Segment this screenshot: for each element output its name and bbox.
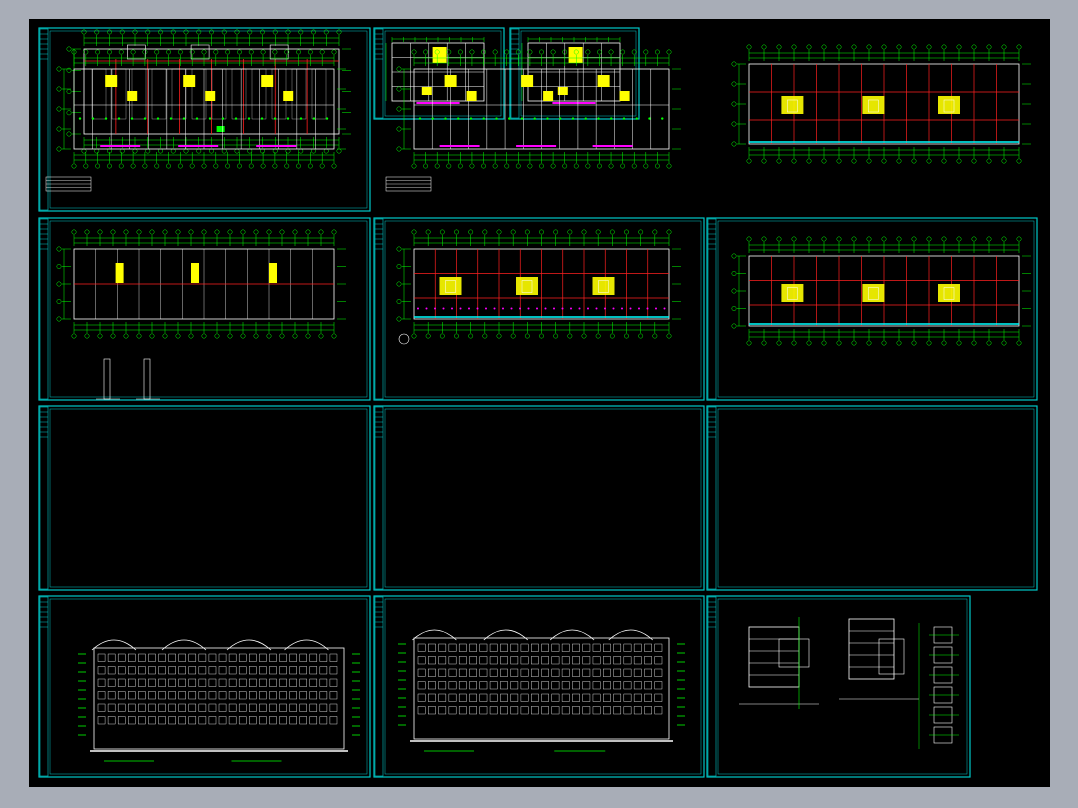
sheet-typical-floor-plan-2-content bbox=[385, 49, 681, 192]
sheet-unit-plan-b-content bbox=[521, 37, 621, 104]
sheet-rear-elevation-content bbox=[398, 629, 685, 752]
sheet-ground-floor-plan-content bbox=[56, 229, 346, 400]
sheet-structural-grid-1-content bbox=[731, 44, 1031, 164]
sheet-typical-floor-plan-2[interactable] bbox=[373, 217, 705, 401]
sheet-rear-elevation[interactable] bbox=[373, 595, 705, 778]
sheet-first-floor-plan[interactable] bbox=[373, 405, 705, 591]
sheet-typical-floor-plan-1-content bbox=[45, 49, 346, 192]
sheet-structural-grid-2[interactable] bbox=[706, 405, 1038, 591]
sheet-structural-grid-1[interactable] bbox=[706, 217, 1038, 401]
sheet-front-elevation-content bbox=[78, 639, 360, 762]
drawing-sheets bbox=[38, 27, 1038, 778]
sheet-structural-grid-2-content bbox=[731, 236, 1031, 346]
sheet-sections-details[interactable] bbox=[706, 595, 971, 778]
sheet-roof-plan[interactable] bbox=[38, 27, 371, 212]
sheet-unit-plan-a[interactable] bbox=[373, 27, 505, 120]
sheet-ground-floor-plan[interactable] bbox=[38, 405, 371, 591]
cad-model-space[interactable] bbox=[29, 19, 1050, 787]
sheet-sections-details-content bbox=[739, 617, 959, 749]
sheet-typical-floor-plan-1[interactable] bbox=[38, 217, 371, 401]
sheet-first-floor-plan-content bbox=[396, 229, 681, 345]
